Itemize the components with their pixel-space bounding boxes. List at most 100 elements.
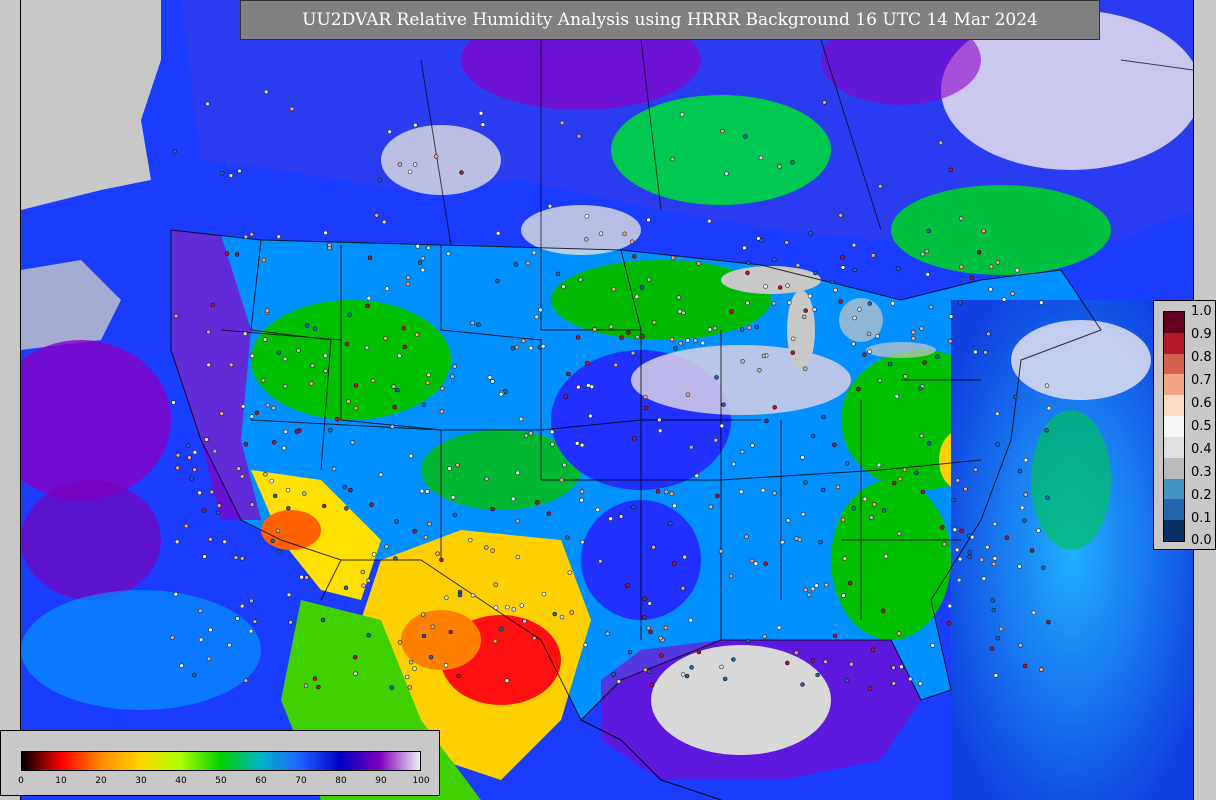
station-dot <box>493 605 499 610</box>
station-dot <box>360 569 366 575</box>
rh-tick-20: 20 <box>95 776 107 786</box>
station-dot <box>862 352 867 357</box>
station-dot <box>940 525 945 530</box>
station-dot <box>616 679 622 684</box>
station-dot <box>490 506 495 512</box>
station-dot <box>412 666 417 671</box>
station-dot <box>401 326 406 331</box>
station-dot <box>420 267 426 273</box>
station-dot <box>667 521 673 526</box>
station-dot <box>552 611 557 617</box>
station-dot <box>383 336 388 341</box>
station-dot <box>271 440 277 445</box>
station-dot <box>764 418 769 424</box>
station-dot <box>948 167 954 173</box>
station-dot <box>663 489 669 495</box>
station-dot <box>323 353 328 358</box>
station-dot <box>648 629 653 635</box>
station-dot <box>592 327 597 332</box>
station-dot <box>895 266 901 271</box>
station-dot <box>470 320 475 326</box>
station-dot <box>959 264 964 270</box>
station-dot <box>408 659 414 665</box>
station-dot <box>995 635 1001 641</box>
station-dot <box>254 410 260 416</box>
station-dot <box>495 278 500 284</box>
station-dot <box>513 262 518 267</box>
station-dot <box>877 378 883 383</box>
station-dot <box>990 598 995 603</box>
station-dot <box>713 438 719 443</box>
station-dot <box>447 466 452 471</box>
station-dot <box>1046 405 1052 411</box>
station-dot <box>1010 291 1015 296</box>
station-dot <box>877 184 883 189</box>
station-dot <box>276 350 282 355</box>
station-dot <box>365 303 370 309</box>
station-dot <box>808 231 813 236</box>
station-dot <box>567 570 573 575</box>
station-dot <box>721 402 726 407</box>
station-dot <box>991 607 997 613</box>
station-dot <box>425 489 430 494</box>
station-dot <box>239 603 245 609</box>
station-dot <box>459 170 464 175</box>
station-dot <box>224 251 230 256</box>
station-dot <box>183 523 189 529</box>
missing-data-northwest <box>21 0 161 210</box>
station-dot <box>1017 468 1023 474</box>
midwest-dry-swath <box>631 345 851 415</box>
station-dot <box>249 598 254 604</box>
station-dot <box>787 300 792 305</box>
station-dot <box>800 455 805 460</box>
station-dot <box>935 354 940 360</box>
station-dot <box>608 324 614 329</box>
station-dot <box>320 617 326 623</box>
station-dot <box>613 362 618 368</box>
station-dot <box>439 409 445 414</box>
station-dot <box>206 362 211 368</box>
station-dot <box>743 134 748 139</box>
station-dot <box>1017 564 1022 569</box>
station-dot <box>364 345 370 350</box>
station-dot <box>490 548 495 553</box>
station-dot <box>985 544 990 550</box>
station-dot <box>844 461 850 466</box>
station-dot <box>331 466 337 472</box>
gulf-missing <box>651 645 831 755</box>
rh-analysis-map[interactable] <box>20 0 1194 800</box>
station-dot <box>381 219 387 225</box>
station-dot <box>270 538 275 544</box>
station-dot <box>562 462 567 468</box>
station-dot <box>404 674 410 680</box>
station-dot <box>189 476 195 481</box>
rh-tick-10: 10 <box>55 776 67 786</box>
station-dot <box>366 632 371 638</box>
station-dot <box>565 535 570 540</box>
station-dot <box>534 314 539 320</box>
station-dot <box>237 168 242 174</box>
southwest-orange <box>261 510 321 550</box>
station-dot <box>446 251 451 257</box>
station-dot <box>880 608 886 613</box>
station-dot <box>405 281 411 287</box>
station-dot <box>421 633 427 639</box>
station-dot <box>928 304 934 310</box>
station-dot <box>435 551 440 556</box>
station-dot <box>505 604 510 610</box>
station-dot <box>532 635 537 641</box>
station-dot <box>239 474 245 479</box>
station-dot <box>249 232 254 237</box>
station-dot <box>269 478 275 484</box>
station-dot <box>210 302 216 308</box>
obs-color-step <box>1164 395 1184 417</box>
station-dot <box>243 678 249 683</box>
station-dot <box>559 120 565 126</box>
station-dot <box>830 279 835 285</box>
station-dot <box>896 531 902 536</box>
station-dot <box>576 133 582 139</box>
station-dot <box>724 171 729 176</box>
station-dot <box>219 170 225 176</box>
station-dot <box>289 106 295 112</box>
obs-tick-0-7: 0.7 <box>1191 373 1212 388</box>
